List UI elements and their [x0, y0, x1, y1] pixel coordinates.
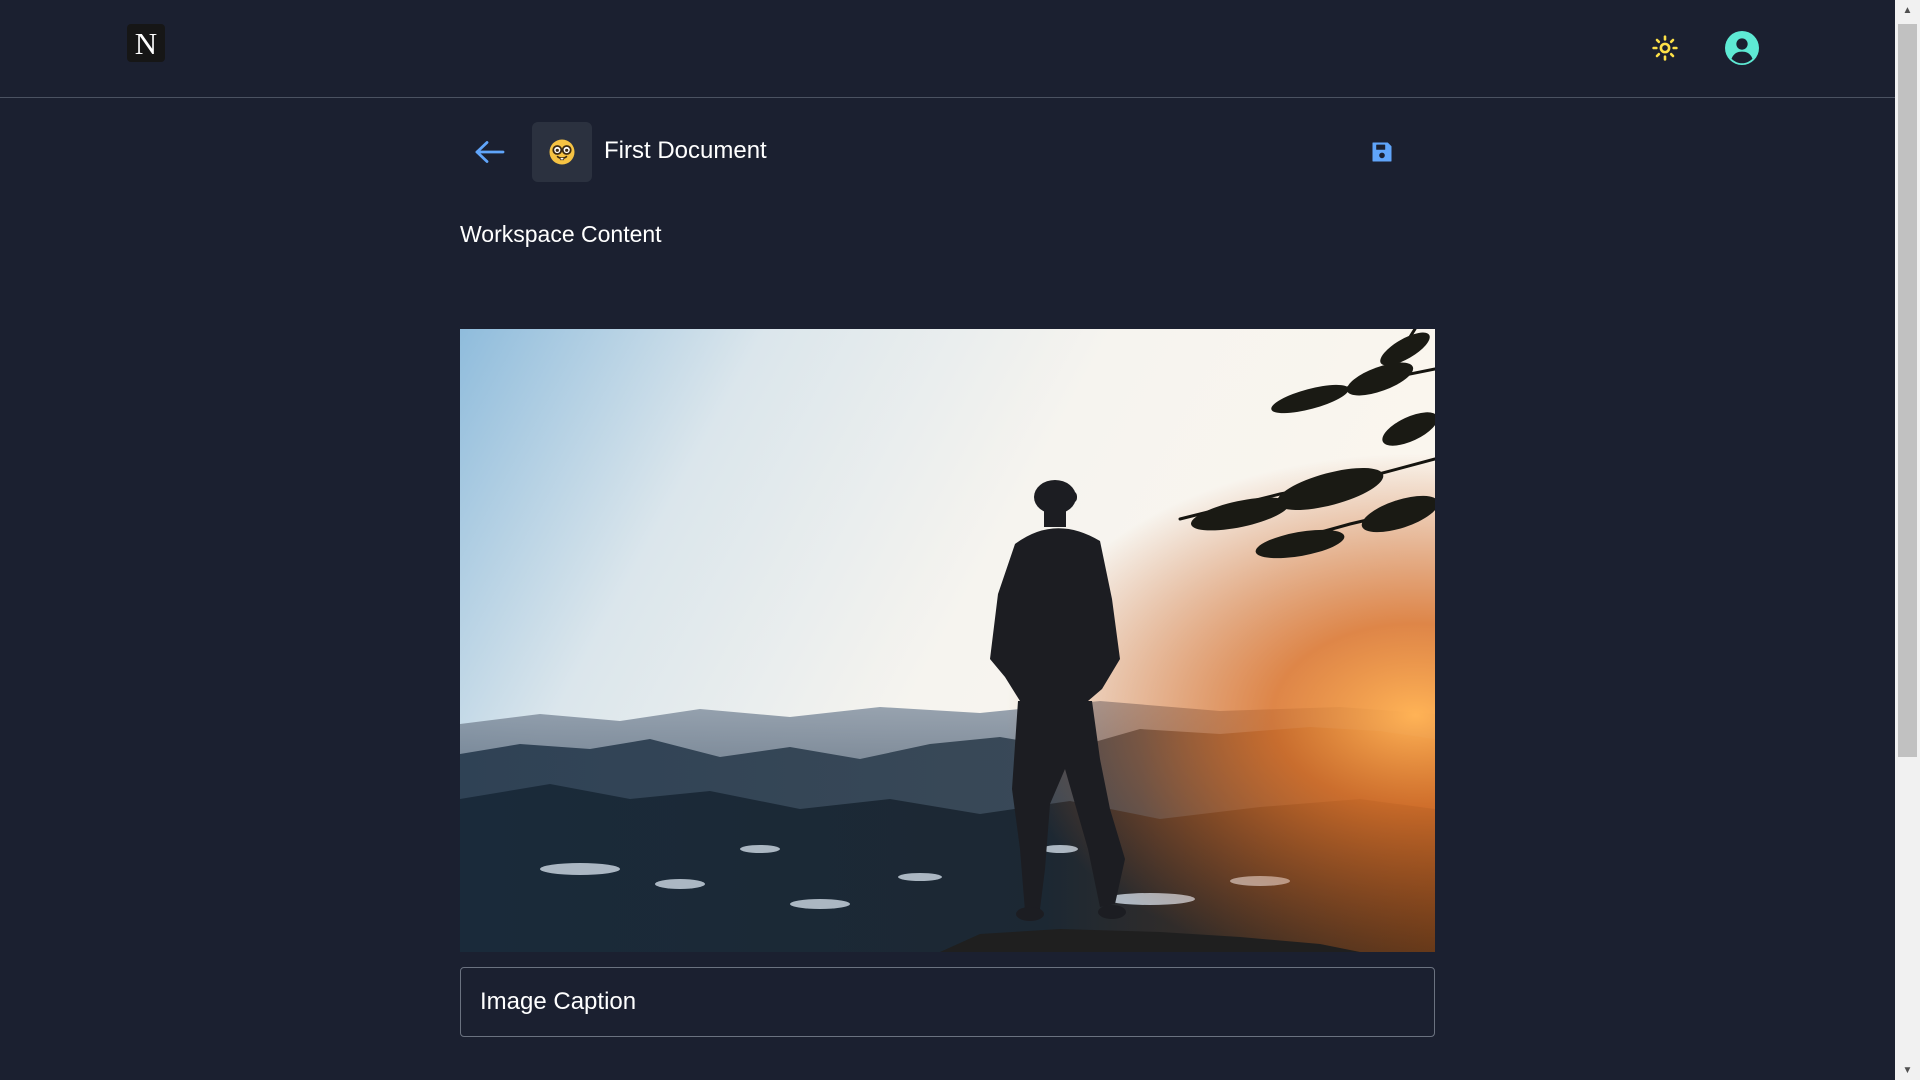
image-caption-input[interactable] — [460, 967, 1435, 1037]
scroll-up-arrow-icon[interactable]: ▲ — [1895, 0, 1920, 20]
workspace-content-heading: Workspace Content — [460, 221, 662, 247]
theme-toggle-button[interactable] — [1648, 31, 1682, 65]
arrow-left-icon — [475, 141, 505, 163]
back-button[interactable] — [470, 134, 510, 170]
document-emoji-button[interactable] — [532, 122, 592, 182]
content-image[interactable] — [460, 329, 1435, 952]
vertical-scrollbar[interactable]: ▲ ▼ — [1895, 0, 1920, 1080]
sun-icon — [1652, 35, 1678, 61]
profile-button[interactable] — [1723, 29, 1761, 67]
app-viewport: N First Document Workspace Content Image… — [0, 0, 1920, 1080]
landscape-photo — [460, 329, 1435, 952]
nerd-face-icon — [549, 139, 575, 165]
scroll-thumb[interactable] — [1898, 24, 1917, 757]
user-circle-icon — [1725, 31, 1759, 65]
document-title[interactable]: First Document — [604, 137, 767, 165]
scroll-down-arrow-icon[interactable]: ▼ — [1895, 1060, 1920, 1080]
save-button[interactable] — [1367, 137, 1397, 167]
app-logo[interactable]: N — [127, 24, 165, 62]
save-icon — [1372, 142, 1392, 162]
logo-letter: N — [134, 25, 158, 61]
top-navbar: N — [0, 0, 1895, 98]
